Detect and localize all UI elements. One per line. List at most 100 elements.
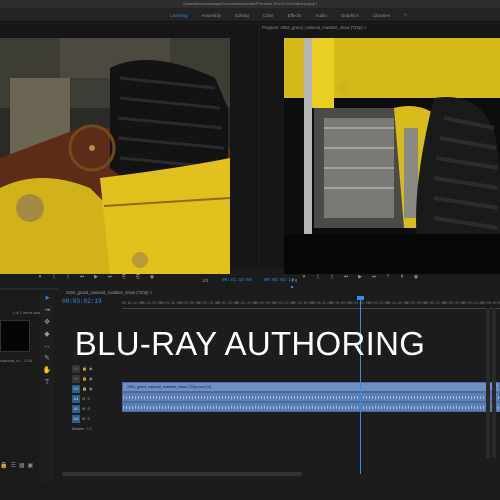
sequence-tab[interactable]: 2004_grand_national_roadster_show (720p)… (66, 290, 152, 295)
marker-icon[interactable]: ▾ (36, 274, 44, 280)
mark-out-icon[interactable]: } (328, 274, 336, 280)
ruler-tick-label: 00:04:45:00 (386, 301, 408, 305)
ruler-tick-label: 00:03:30:00 (292, 301, 314, 305)
ruler-baseline (122, 308, 500, 309)
ruler-tick-label: 00:01:30:00 (140, 301, 162, 305)
play-icon[interactable]: ▶ (356, 274, 364, 280)
program-monitor-title: Program: 2004_grand_national_roadster_sh… (262, 25, 367, 30)
program-timecode[interactable]: 00:03:02:19 (264, 278, 294, 283)
source-monitor: 1/2 00:31:33:03 (0, 24, 258, 290)
track-id[interactable]: V3 (72, 364, 80, 373)
lock-icon[interactable]: 🔒 (82, 376, 87, 381)
workspace-more-icon[interactable]: » (404, 12, 407, 18)
ruler-tick-label: 00:05:15:00 (424, 301, 446, 305)
export-frame-icon[interactable]: ◉ (148, 274, 156, 280)
track-id[interactable]: A2 (72, 404, 80, 413)
track-header-master: Master 0.0 (72, 424, 92, 433)
workspace-tab-libraries[interactable]: Libraries (373, 13, 390, 18)
lift-icon[interactable]: ⇡ (384, 274, 392, 280)
workspace-tab-audio[interactable]: Audio (315, 13, 327, 18)
mute-icon[interactable]: M (82, 396, 85, 401)
step-forward-icon[interactable]: ⏭ (370, 274, 378, 280)
eye-icon[interactable]: ◉ (89, 376, 93, 381)
mute-icon[interactable]: M (82, 416, 85, 421)
video-clip-label: 2004_grand_national_roadster_show (720p)… (127, 385, 211, 389)
source-video-frame (0, 38, 230, 274)
eye-icon[interactable]: ◉ (89, 386, 93, 391)
track-header-a1: A1 M S (72, 394, 90, 403)
selection-tool-icon[interactable]: ➤ (42, 294, 52, 304)
tools-panel: ➤ ⇥ ✥ ◆ ↔ ✎ ✋ T (40, 292, 54, 482)
track-header-v1: V1 🔒 ◉ (72, 384, 92, 393)
mute-icon[interactable]: M (82, 406, 85, 411)
ruler-tick-label: 00:05:45:00 (462, 301, 484, 305)
ruler-tick-label: 00:02:45:00 (235, 301, 257, 305)
extract-icon[interactable]: ⇞ (398, 274, 406, 280)
workspace-tabs: Learning Assembly Editing Color Effects … (170, 8, 407, 22)
workspace-tab-color[interactable]: Color (263, 13, 274, 18)
source-timecode[interactable]: 00:31:33:03 (222, 278, 252, 283)
timeline-ruler[interactable]: 00:01:15:00 00:01:30:00 00:01:45:00 00:02:0… (122, 298, 500, 310)
project-panel-footer: 🔒 ☰ ▦ ▣ (0, 462, 33, 469)
program-monitor: Program: 2004_grand_national_roadster_sh… (260, 24, 500, 292)
ruler-tick-label: 00:05:00:00 (405, 301, 427, 305)
hand-tool-icon[interactable]: ✋ (42, 366, 52, 376)
play-icon[interactable]: ▶ (92, 274, 100, 280)
workspace-tab-learning[interactable]: Learning (170, 13, 188, 18)
export-frame-icon[interactable]: ◉ (412, 274, 420, 280)
insert-icon[interactable]: ⎘ (120, 274, 128, 280)
lock-icon[interactable]: 🔒 (82, 386, 87, 391)
track-header-v3: V3 🔒 ◉ (72, 364, 92, 373)
source-zoom-select[interactable]: 1/2 (202, 278, 208, 283)
list-view-icon[interactable]: ☰ (10, 462, 15, 469)
video-clip[interactable]: 2004_grand_national_roadster_show (720p)… (122, 382, 500, 392)
program-transport-controls: ▾ { } ⏮ ▶ ⏭ ⇡ ⇞ ◉ (300, 272, 420, 282)
workspace-tab-effects[interactable]: Effects (288, 13, 302, 18)
type-tool-icon[interactable]: T (42, 378, 52, 388)
ruler-tick-label: 00:02:30:00 (216, 301, 238, 305)
timeline-panel: 2004_grand_national_roadster_show (720p)… (58, 288, 500, 484)
workspace-tab-editing[interactable]: Editing (235, 13, 249, 18)
solo-icon[interactable]: S (87, 416, 90, 421)
track-header-v2: V2 🔒 ◉ (72, 374, 92, 383)
track-select-tool-icon[interactable]: ⇥ (42, 306, 52, 316)
source-video-image (0, 38, 230, 274)
mark-in-icon[interactable]: { (50, 274, 58, 280)
new-item-icon[interactable]: ▣ (28, 462, 34, 469)
lock-icon[interactable]: 🔒 (82, 366, 87, 371)
master-label: Master (72, 426, 85, 431)
program-video-frame (284, 38, 500, 274)
track-id[interactable]: V1 (72, 384, 80, 393)
title-bar: /Users/benuhnoeayer/Documents/Adobe/Prem… (0, 0, 500, 8)
track-id[interactable]: A3 (72, 414, 80, 423)
workspace-tab-graphics[interactable]: Graphics (341, 13, 359, 18)
mark-in-icon[interactable]: { (314, 274, 322, 280)
step-back-icon[interactable]: ⏮ (78, 274, 86, 280)
master-volume[interactable]: 0.0 (86, 426, 92, 431)
solo-icon[interactable]: S (87, 406, 90, 411)
timeline-timecode[interactable]: 00:03:02:19 (62, 298, 102, 305)
ruler-tick-label: 00:03:45:00 (311, 301, 333, 305)
track-id[interactable]: V2 (72, 374, 80, 383)
audio-clip-a2[interactable] (122, 402, 500, 412)
marker-icon[interactable]: ▾ (300, 274, 308, 280)
workspace-tab-assembly[interactable]: Assembly (202, 13, 222, 18)
overwrite-icon[interactable]: ⎗ (134, 274, 142, 280)
mark-out-icon[interactable]: } (64, 274, 72, 280)
eye-icon[interactable]: ◉ (89, 366, 93, 371)
step-forward-icon[interactable]: ⏭ (106, 274, 114, 280)
timeline-horizontal-scrollbar[interactable] (62, 472, 302, 476)
solo-icon[interactable]: S (87, 396, 90, 401)
track-id[interactable]: A1 (72, 394, 80, 403)
ruler-tick-label: 00:01:45:00 (159, 301, 181, 305)
icon-view-icon[interactable]: ▦ (19, 462, 25, 469)
track-header-a3: A3 M S (72, 414, 90, 423)
audio-waveform (123, 406, 499, 409)
audio-clip-a1[interactable] (122, 392, 500, 402)
project-path: /Users/benuhnoeayer/Documents/Adobe/Prem… (182, 1, 318, 6)
workspaces-bar: Learning Assembly Editing Color Effects … (0, 8, 500, 22)
program-zoom-select[interactable]: Fit (292, 278, 297, 283)
lock-icon[interactable]: 🔒 (0, 462, 7, 469)
step-back-icon[interactable]: ⏮ (342, 274, 350, 280)
audio-waveform (123, 396, 499, 399)
